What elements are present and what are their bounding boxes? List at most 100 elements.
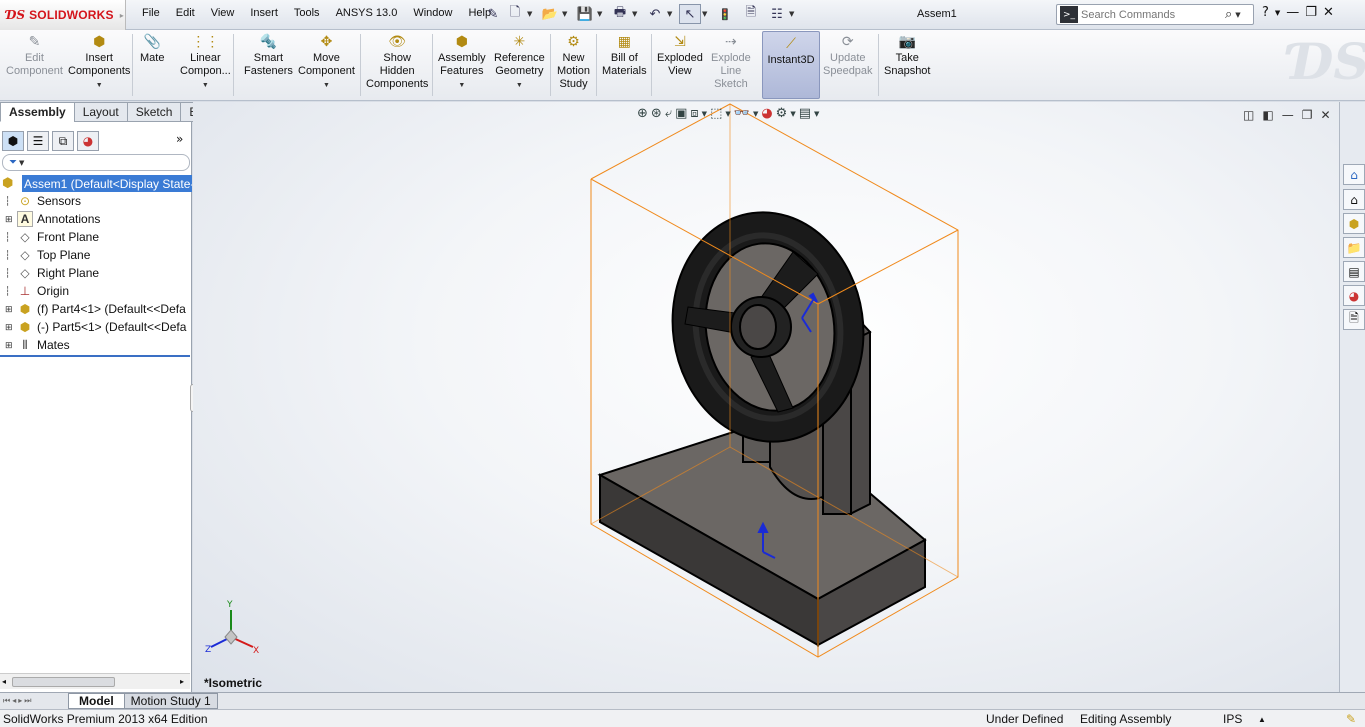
chevron-down-icon[interactable]: ▼ <box>789 10 797 18</box>
tree-item-mates[interactable]: ⊞ ⫴ Mates <box>0 336 192 354</box>
select-arrow-icon[interactable]: ↖ <box>679 4 701 24</box>
apply-scene-icon[interactable]: ⚙ <box>776 106 788 121</box>
tab-assembly[interactable]: Assembly <box>0 102 75 122</box>
chevron-down-icon[interactable]: ▼ <box>597 10 605 18</box>
design-library-icon[interactable]: ⬢ <box>1343 213 1365 234</box>
expand-icon[interactable]: ⊞ <box>5 322 15 333</box>
chevron-down-icon[interactable]: ▼ <box>814 110 819 118</box>
previous-view-icon[interactable]: ⤶ <box>665 106 672 121</box>
bottom-tab-model[interactable]: Model <box>68 693 125 709</box>
tree-item-f-part4-1-default-defa[interactable]: ⊞ ⬢ (f) Part4<1> (Default<<Defa <box>0 300 192 318</box>
horizontal-scrollbar[interactable]: ◂ ▸ <box>0 673 190 689</box>
view-orientation-icon[interactable]: ⧈ <box>690 106 698 121</box>
chevron-down-icon[interactable]: ▼ <box>725 110 730 118</box>
last-tab-icon[interactable]: ⏭ <box>24 696 31 706</box>
next-tab-icon[interactable]: ▸ <box>18 696 22 706</box>
section-view-icon[interactable]: ▣ <box>675 106 687 121</box>
tree-filter[interactable]: ⏷ ▼ <box>2 154 190 171</box>
zoom-to-fit-icon[interactable]: ⊕ <box>637 106 648 121</box>
view-palette-icon[interactable]: ▤ <box>1343 261 1365 282</box>
file-explorer-icon[interactable]: 📁 <box>1343 237 1365 258</box>
search-input[interactable] <box>1081 8 1221 21</box>
menu-tools[interactable]: Tools <box>286 6 328 20</box>
expand-icon[interactable]: ⊞ <box>5 304 15 315</box>
explode-line-sketch-button[interactable]: ⇢ Explode Line Sketch <box>711 32 751 91</box>
graphics-area[interactable]: Y X Z ⊕ ⊛ ⤶ ▣ ⧈ ▼ ⬚ ▼ 👓 ▼ ◕ ⚙ ▼ ▤ ▼ ◫ ◧ — ❐ ✕… <box>193 102 1339 692</box>
status-units[interactable]: IPS <box>1223 712 1242 726</box>
reference-geometry-button[interactable]: ✳ Reference Geometry ▼ <box>494 32 545 92</box>
instant3d-button[interactable]: ⟋ Instant3D <box>762 31 820 99</box>
exploded-view-button[interactable]: ⇲ Exploded View <box>657 32 703 78</box>
previous-tab-icon[interactable]: ◂ <box>12 696 16 706</box>
update-speedpak-button[interactable]: ⟳ Update Speedpak <box>823 32 873 78</box>
insert-components-button[interactable]: ⬢ Insert Components ▼ <box>68 32 130 92</box>
tree-root-assem1[interactable]: Assem1 (Default<Display State- <box>22 175 192 192</box>
bottom-tab-motion-study-1[interactable]: Motion Study 1 <box>123 693 218 709</box>
tree-item-front-plane[interactable]: ┆ ◇ Front Plane <box>0 228 192 246</box>
menu-insert[interactable]: Insert <box>242 6 286 20</box>
new-motion-study-button[interactable]: ⚙ New Motion Study <box>557 32 590 91</box>
assembly-features-button[interactable]: ⬢ Assembly Features ▼ <box>438 32 486 92</box>
print-icon[interactable]: 🖶 <box>609 4 631 24</box>
rebuild-pencil-icon[interactable]: ✎ <box>1346 712 1356 726</box>
tree-item-part5-1-default-defa[interactable]: ⊞ ⬢ (-) Part5<1> (Default<<Defa <box>0 318 192 336</box>
chevron-down-icon[interactable]: ▼ <box>753 110 758 118</box>
reference-triad[interactable]: Y X Z <box>205 600 259 656</box>
save-icon[interactable]: 💾 <box>574 4 596 24</box>
chevron-down-icon[interactable]: ▼ <box>527 10 535 18</box>
solidworks-logo[interactable]: ƊS SOLIDWORKS ▸ <box>0 0 126 30</box>
file-properties-icon[interactable]: 🗎 <box>740 4 762 24</box>
options-icon[interactable]: ☷ <box>766 4 788 24</box>
units-arrow-icon[interactable]: ▲ <box>1258 715 1266 724</box>
scroll-right-icon[interactable]: ▸ <box>180 677 184 686</box>
tab-layout[interactable]: Layout <box>73 102 128 122</box>
link-views-icon[interactable]: ◧ <box>1262 108 1273 122</box>
appearances-icon[interactable]: ◕ <box>1343 285 1365 306</box>
linear-component-button[interactable]: ⋮⋮ Linear Compon... ▼ <box>180 32 231 92</box>
display-style-icon[interactable]: ⬚ <box>710 106 722 121</box>
chevron-down-icon[interactable]: ▼ <box>562 10 570 18</box>
chevron-down-icon[interactable]: ▼ <box>702 110 707 118</box>
feature-manager-tab-icon[interactable]: ⬢ <box>2 131 24 151</box>
tree-item-sensors[interactable]: ┆ ⊙ Sensors <box>0 192 192 210</box>
chevron-down-icon[interactable]: ▼ <box>458 79 465 92</box>
hide-show-items-icon[interactable]: 👓 <box>734 106 750 121</box>
menu-view[interactable]: View <box>203 6 243 20</box>
edit-component-button[interactable]: ✎ Edit Component <box>6 32 63 78</box>
search-icon[interactable]: ⌕ <box>1225 7 1232 22</box>
chevron-down-icon[interactable]: ▼ <box>516 79 523 92</box>
scroll-left-icon[interactable]: ◂ <box>2 677 6 686</box>
property-manager-tab-icon[interactable]: ☰ <box>27 131 49 151</box>
close-icon[interactable]: ✕ <box>1323 5 1334 20</box>
configuration-manager-tab-icon[interactable]: ⧉ <box>52 131 74 151</box>
menu-window[interactable]: Window <box>405 6 460 20</box>
restore-icon[interactable]: ❐ <box>1305 5 1317 20</box>
menu-edit[interactable]: Edit <box>168 6 203 20</box>
undo-icon[interactable]: ↶ <box>644 4 666 24</box>
tree-item-origin[interactable]: ┆ ⊥ Origin <box>0 282 192 300</box>
solidworks-resources-icon[interactable]: ⌂ <box>1343 164 1365 185</box>
tree-item-top-plane[interactable]: ┆ ◇ Top Plane <box>0 246 192 264</box>
menu-file[interactable]: File <box>134 6 168 20</box>
first-tab-icon[interactable]: ⏮ <box>3 696 10 706</box>
model-scene[interactable]: Y X Z <box>193 102 1339 692</box>
take-snapshot-button[interactable]: 📷 Take Snapshot <box>884 32 930 78</box>
split-view-icon[interactable]: ◫ <box>1243 108 1254 122</box>
new-document-icon[interactable]: 🗋 <box>504 4 526 24</box>
smart-fasteners-button[interactable]: 🔩 Smart Fasteners <box>244 32 293 78</box>
handwheel-hub-face[interactable] <box>739 304 777 350</box>
rebuild-traffic-light-icon[interactable]: 🚦 <box>714 4 736 24</box>
viewport-minimize-icon[interactable]: — <box>1282 108 1294 122</box>
show-hidden-button[interactable]: 👁 Show Hidden Components <box>366 32 428 91</box>
edit-appearance-icon[interactable]: ◕ <box>761 106 772 121</box>
more-tabs-icon[interactable]: » <box>176 132 183 146</box>
scrollbar-thumb[interactable] <box>12 677 115 687</box>
chevron-down-icon[interactable]: ▼ <box>790 110 795 118</box>
tree-item-annotations[interactable]: ⊞ A Annotations <box>0 210 192 228</box>
viewport-restore-icon[interactable]: ❐ <box>1302 108 1313 122</box>
chevron-down-icon[interactable]: ▼ <box>1235 11 1243 19</box>
tab-sketch[interactable]: Sketch <box>126 102 182 122</box>
search-box[interactable]: >_ ⌕ ▼ <box>1056 4 1254 25</box>
chevron-down-icon[interactable]: ▼ <box>1275 9 1280 20</box>
custom-properties-icon[interactable]: 🗎 <box>1343 309 1365 330</box>
